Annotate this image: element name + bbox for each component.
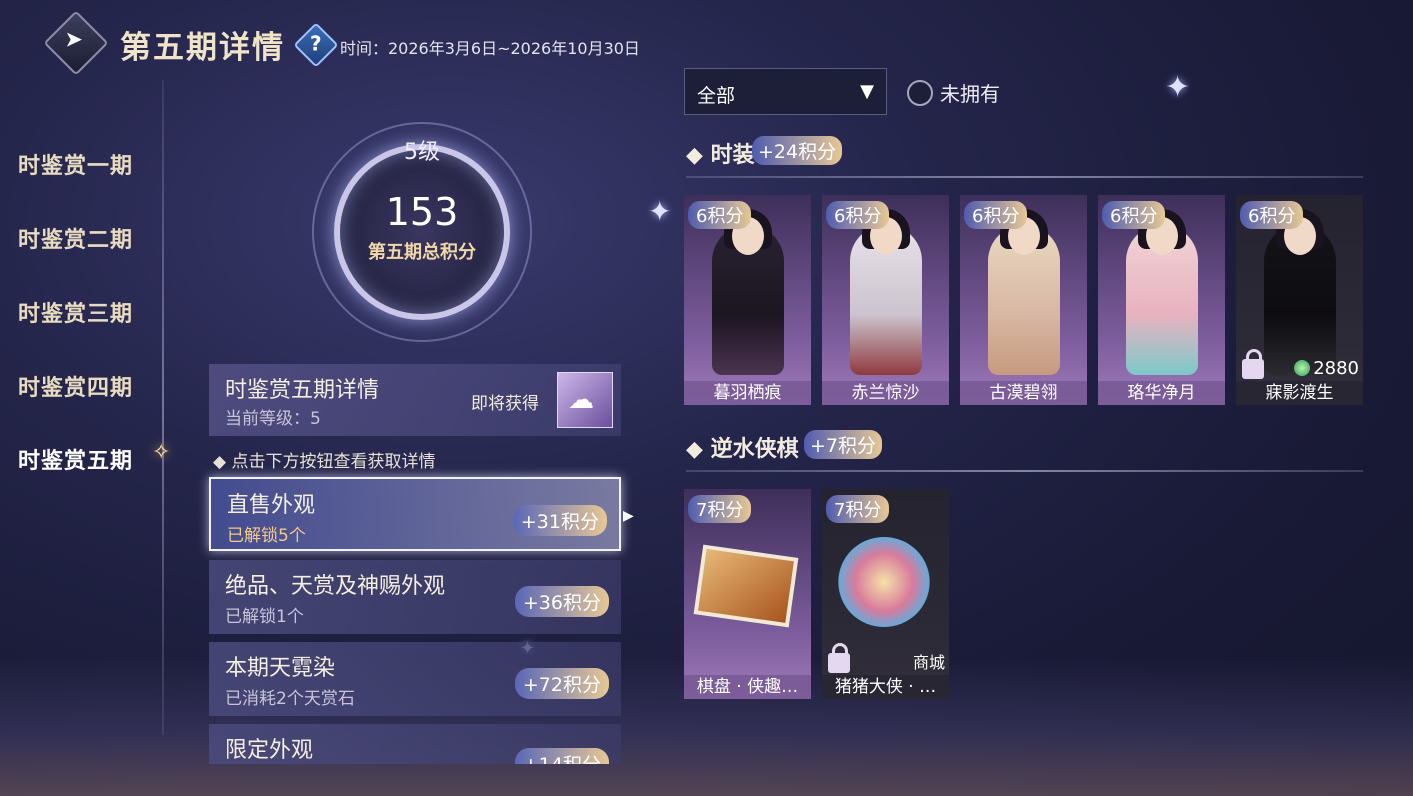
active-marker-icon: ✧: [152, 440, 171, 465]
nav-item-period-4[interactable]: 时鉴赏四期: [18, 370, 133, 402]
points-badge: +36积分: [514, 586, 609, 617]
points-badge: +72积分: [514, 668, 609, 699]
shop-label: 商城: [912, 653, 945, 672]
item-points: 6积分: [964, 201, 1028, 229]
total-score: 153: [385, 190, 459, 234]
category-title: 直售外观: [227, 493, 316, 518]
category-sub: 已解锁1个: [225, 607, 304, 627]
filter-dropdown[interactable]: 全部 ▼: [684, 68, 887, 115]
not-owned-toggle[interactable]: [907, 80, 933, 106]
nav-item-period-3[interactable]: 时鉴赏三期: [18, 296, 133, 328]
category-sub: 已解锁5个: [227, 526, 306, 546]
chevron-down-icon: ▼: [860, 81, 874, 102]
current-level: 当前等级：5: [225, 409, 321, 429]
category-dye[interactable]: 本期天霓染 已消耗2个天赏石 +72积分: [209, 642, 621, 716]
item-card[interactable]: 7积分 商城 猪猪大侠 · …: [822, 489, 949, 699]
category-premium[interactable]: 绝品、天赏及神赐外观 已解锁1个 +36积分: [209, 560, 621, 634]
item-points: 6积分: [1102, 201, 1166, 229]
section-divider: [686, 176, 1363, 178]
nav-divider: [162, 80, 164, 735]
section-divider: [686, 470, 1363, 472]
category-title: 限定外观: [225, 738, 314, 763]
detail-title: 时鉴赏五期详情: [225, 378, 380, 403]
item-name: 古漠碧翎: [960, 381, 1087, 405]
item-name: 珞华净月: [1098, 381, 1225, 405]
sparkle-icon: ✦: [648, 195, 672, 228]
item-art: [838, 537, 930, 627]
item-points: 6积分: [826, 201, 890, 229]
not-owned-label: 未拥有: [940, 82, 1000, 106]
score-ring: 5级 153 第五期总积分: [312, 122, 532, 342]
section-badge: +24积分: [752, 136, 843, 165]
back-button[interactable]: ➤: [43, 10, 109, 76]
item-name: 暮羽栖痕: [684, 381, 811, 405]
item-name: 猪猪大侠 · …: [822, 675, 949, 699]
reward-icon: ☁: [568, 385, 594, 415]
item-card[interactable]: 6积分 珞华净月: [1098, 195, 1225, 405]
section-title-chess: ◆ 逆水侠棋: [686, 437, 799, 462]
lock-icon: [828, 643, 850, 673]
item-card[interactable]: 6积分 古漠碧翎: [960, 195, 1087, 405]
chessboard-art: [693, 544, 799, 628]
item-points: 7积分: [826, 495, 890, 523]
item-points: 6积分: [688, 201, 752, 229]
item-points: 6积分: [1240, 201, 1304, 229]
page-title: 第五期详情: [120, 30, 285, 66]
hint-text: ◆ 点击下方按钮查看获取详情: [213, 452, 436, 472]
category-sub: 已消耗2个天赏石: [225, 689, 355, 709]
nav-item-period-2[interactable]: 时鉴赏二期: [18, 222, 133, 254]
nav-item-period-1[interactable]: 时鉴赏一期: [18, 148, 133, 180]
upcoming-label: 即将获得: [471, 394, 539, 414]
item-name: 棋盘 · 侠趣…: [684, 675, 811, 699]
item-card[interactable]: 7积分 棋盘 · 侠趣…: [684, 489, 811, 699]
lock-icon: [1242, 349, 1264, 379]
item-card[interactable]: 6积分 暮羽栖痕: [684, 195, 811, 405]
reward-thumbnail[interactable]: ☁: [557, 372, 613, 428]
selected-arrow-icon: ▶: [623, 508, 634, 524]
period-detail-card[interactable]: 时鉴赏五期详情 当前等级：5 即将获得 ☁: [209, 364, 621, 436]
item-card[interactable]: 6积分 2880 寐影渡生: [1236, 195, 1363, 405]
points-badge: +31积分: [512, 505, 607, 536]
item-name: 寐影渡生: [1236, 381, 1363, 405]
coin-icon: [1294, 360, 1311, 376]
back-arrow-icon: ➤: [64, 27, 83, 53]
score-caption: 第五期总积分: [368, 242, 476, 263]
category-title: 绝品、天赏及神赐外观: [225, 574, 446, 599]
section-title-costume: ◆ 时装: [686, 143, 755, 168]
price-value: 2880: [1313, 358, 1359, 379]
question-icon[interactable]: ?: [293, 22, 339, 68]
category-title: 本期天霓染: [225, 656, 336, 681]
sparkle-icon: ✦: [1165, 70, 1191, 105]
item-name: 赤兰惊沙: [822, 381, 949, 405]
level-label: 5级: [404, 140, 440, 165]
item-price: 2880: [1294, 358, 1359, 379]
item-points: 7积分: [688, 495, 752, 523]
category-direct-sale[interactable]: 直售外观 已解锁5个 +31积分: [209, 477, 621, 551]
section-badge: +7积分: [804, 430, 883, 459]
filter-value: 全部: [697, 85, 736, 107]
category-limited[interactable]: 限定外观 +14积分: [209, 724, 621, 764]
nav-item-period-5[interactable]: 时鉴赏五期: [18, 443, 133, 475]
points-badge: +14积分: [514, 748, 609, 764]
item-card[interactable]: 6积分 赤兰惊沙: [822, 195, 949, 405]
time-range: 时间：2026年3月6日~2026年10月30日: [340, 39, 640, 58]
